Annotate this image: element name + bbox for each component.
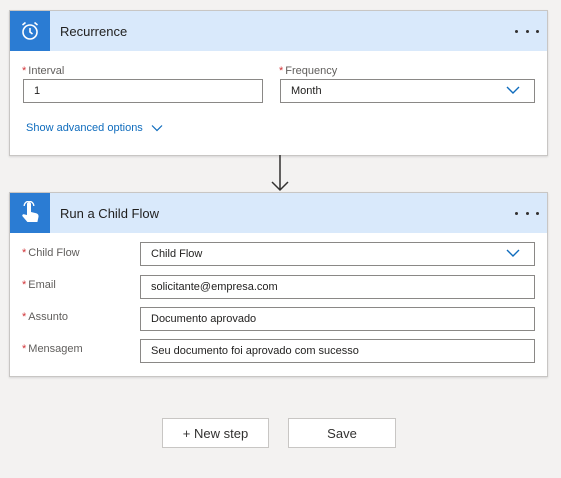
mensagem-label: * Mensagem — [22, 343, 83, 355]
chevron-down-icon — [151, 125, 163, 132]
interval-input[interactable]: 1 — [23, 79, 263, 103]
child-flow-header[interactable]: Run a Child Flow — [10, 193, 547, 233]
recurrence-card: Recurrence * Interval 1 * Frequency Month … — [9, 10, 548, 156]
child-flow-card: Run a Child Flow * Child Flow Child Flow … — [9, 192, 548, 377]
email-label: * Email — [22, 279, 56, 291]
show-advanced-options-link[interactable]: Show advanced options — [26, 122, 163, 134]
frequency-select[interactable]: Month — [280, 79, 535, 103]
child-flow-title: Run a Child Flow — [60, 205, 159, 221]
child-flow-value: Child Flow — [151, 248, 203, 260]
recurrence-title: Recurrence — [60, 23, 128, 39]
arrow-down-icon — [271, 155, 289, 192]
mensagem-value: Seu documento foi aprovado com sucesso — [151, 345, 359, 357]
assunto-value: Documento aprovado — [151, 313, 257, 325]
mensagem-field[interactable]: Seu documento foi aprovado com sucesso — [140, 339, 535, 363]
frequency-label: * Frequency — [279, 65, 338, 77]
interval-label: * Interval — [22, 65, 65, 77]
email-value: solicitante@empresa.com — [151, 281, 278, 293]
frequency-value: Month — [291, 85, 322, 97]
recurrence-header[interactable]: Recurrence — [10, 11, 547, 51]
child-flow-select[interactable]: Child Flow — [140, 242, 535, 266]
chevron-down-icon — [506, 86, 520, 94]
assunto-label: * Assunto — [22, 311, 69, 323]
alarm-clock-icon — [10, 11, 50, 51]
interval-value: 1 — [34, 85, 41, 97]
touch-hand-icon — [10, 193, 50, 233]
save-button[interactable]: Save — [288, 418, 396, 448]
new-step-button[interactable]: + New step — [162, 418, 269, 448]
more-options-icon[interactable] — [515, 21, 539, 41]
assunto-field[interactable]: Documento aprovado — [140, 307, 535, 331]
more-options-icon[interactable] — [515, 203, 539, 223]
email-field[interactable]: solicitante@empresa.com — [140, 275, 535, 299]
chevron-down-icon — [506, 249, 520, 257]
child-flow-label: * Child Flow — [22, 247, 80, 259]
